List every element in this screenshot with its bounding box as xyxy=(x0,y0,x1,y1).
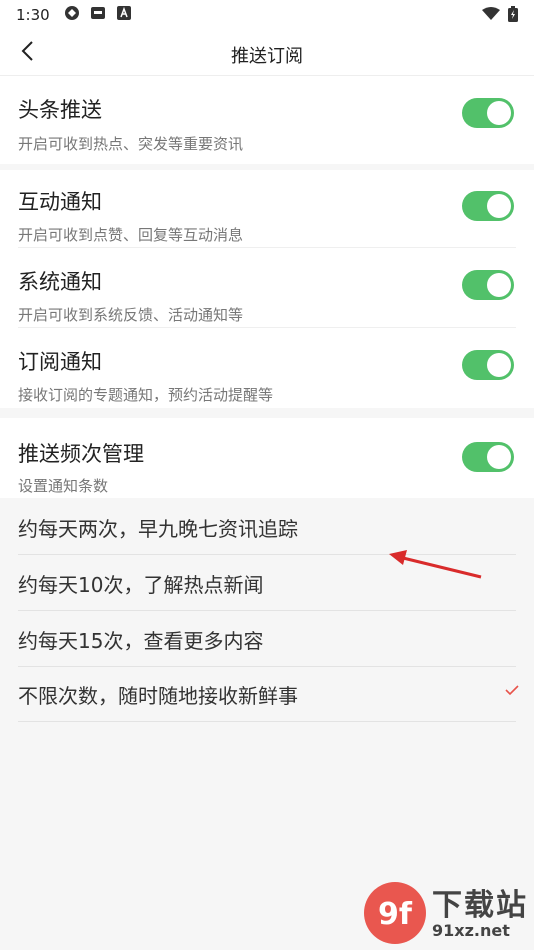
setting-subtitle: 设置通知条数 xyxy=(18,477,109,495)
toggle-knob xyxy=(487,273,511,297)
check-icon xyxy=(504,682,520,701)
toggle-knob xyxy=(487,353,511,377)
option-label: 约每天15次，查看更多内容 xyxy=(18,629,264,653)
option-label: 约每天10次，了解热点新闻 xyxy=(18,573,264,597)
status-bar: 1:30 xyxy=(0,0,534,30)
toggle-knob xyxy=(487,194,511,218)
setting-subtitle: 开启可收到点赞、回复等互动消息 xyxy=(18,226,244,244)
watermark-logo-icon: 9f xyxy=(362,880,428,950)
svg-text:9f: 9f xyxy=(378,897,413,932)
frequency-option-15-daily[interactable]: 约每天15次，查看更多内容 xyxy=(0,611,534,667)
setting-title: 系统通知 xyxy=(18,270,102,294)
app-icon-a xyxy=(116,5,132,25)
option-label: 约每天两次，早九晚七资讯追踪 xyxy=(18,517,298,541)
setting-subtitle: 接收订阅的专题通知，预约活动提醒等 xyxy=(18,386,274,404)
battery-icon xyxy=(508,6,518,26)
frequency-toggle[interactable] xyxy=(462,442,514,472)
setting-row-interaction: 互动通知 开启可收到点赞、回复等互动消息 xyxy=(0,170,534,248)
setting-row-system: 系统通知 开启可收到系统反馈、活动通知等 xyxy=(0,248,534,328)
frequency-option-unlimited[interactable]: 不限次数，随时随地接收新鲜事 xyxy=(0,666,534,722)
watermark-title: 下载站 xyxy=(432,888,528,923)
setting-row-headline: 头条推送 开启可收到热点、突发等重要资讯 xyxy=(0,76,534,164)
toggle-knob xyxy=(487,445,511,469)
wifi-icon xyxy=(482,7,500,25)
setting-title: 订阅通知 xyxy=(18,350,102,374)
setting-title: 头条推送 xyxy=(18,98,102,122)
app-icon-1 xyxy=(64,5,80,25)
system-toggle[interactable] xyxy=(462,270,514,300)
setting-row-frequency: 推送频次管理 设置通知条数 xyxy=(0,418,534,498)
option-label: 不限次数，随时随地接收新鲜事 xyxy=(18,684,298,708)
watermark: 9f 下载站 91xz.net xyxy=(362,880,528,950)
headline-toggle[interactable] xyxy=(462,98,514,128)
status-time: 1:30 xyxy=(16,6,50,24)
watermark-url: 91xz.net xyxy=(432,921,510,940)
page-title: 推送订阅 xyxy=(231,46,303,67)
setting-subtitle: 开启可收到热点、突发等重要资讯 xyxy=(18,135,244,153)
setting-row-subscription: 订阅通知 接收订阅的专题通知，预约活动提醒等 xyxy=(0,328,534,408)
toggle-knob xyxy=(487,101,511,125)
interaction-toggle[interactable] xyxy=(462,191,514,221)
app-header: 推送订阅 xyxy=(0,30,534,76)
annotation-arrow-icon xyxy=(385,545,485,585)
setting-subtitle: 开启可收到系统反馈、活动通知等 xyxy=(18,306,244,324)
setting-title: 互动通知 xyxy=(18,190,102,214)
divider xyxy=(18,721,516,722)
setting-title: 推送频次管理 xyxy=(18,442,144,466)
subscription-toggle[interactable] xyxy=(462,350,514,380)
app-icon-2 xyxy=(90,5,106,25)
